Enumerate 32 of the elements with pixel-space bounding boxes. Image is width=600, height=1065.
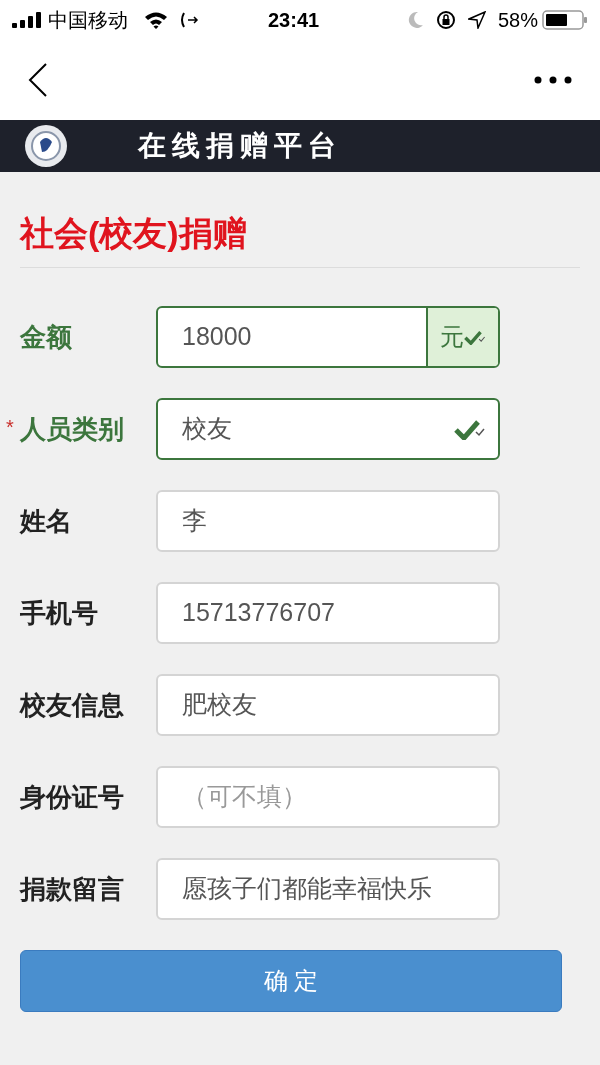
battery-percentage: 58%: [497, 8, 538, 33]
required-asterisk: *: [6, 414, 14, 440]
more-icon[interactable]: [534, 76, 572, 84]
input-field[interactable]: 愿孩子们都能幸福快乐: [156, 858, 500, 920]
field-label: 姓名: [20, 504, 72, 538]
field-label: 身份证号: [20, 780, 124, 814]
input-field[interactable]: 15713776707: [156, 582, 500, 644]
call-forward-icon: [180, 11, 200, 29]
section-title: 社会(校友)捐赠: [20, 208, 580, 268]
signal-icon: [12, 12, 44, 28]
clock-time: 23:41: [268, 8, 320, 33]
battery-icon: [542, 10, 588, 30]
checkmark-icon: [464, 329, 486, 345]
field-label: 校友信息: [20, 688, 124, 722]
location-arrow-icon: [467, 11, 486, 29]
checkmark-icon: [454, 418, 486, 440]
rotation-lock-icon: [435, 10, 456, 30]
input-field[interactable]: 18000 元: [156, 306, 500, 368]
input-field[interactable]: 校友: [156, 398, 500, 460]
back-icon[interactable]: [28, 62, 48, 98]
moon-icon: [407, 11, 424, 29]
field-label: 手机号: [20, 596, 98, 630]
input-field[interactable]: 李: [156, 490, 500, 552]
input-field[interactable]: 肥校友: [156, 674, 500, 736]
field-label: 金额: [20, 320, 72, 354]
currency-addon: 元: [440, 322, 464, 352]
field-label: 捐款留言: [20, 872, 124, 906]
wifi-icon: [144, 11, 168, 29]
emblem-icon: [24, 124, 68, 168]
banner-title: 在线捐赠平台: [138, 129, 342, 163]
carrier-name: 中国移动: [48, 8, 128, 33]
field-label: 人员类别: [20, 412, 124, 446]
